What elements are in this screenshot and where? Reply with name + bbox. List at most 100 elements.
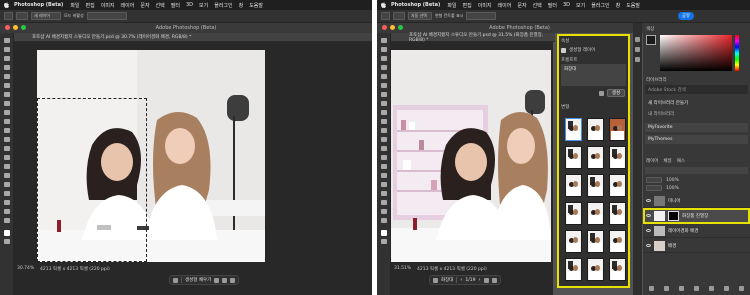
variation-thumbnail[interactable] — [609, 118, 626, 141]
color-tab[interactable]: 색상 — [646, 26, 654, 32]
close-window-button[interactable] — [5, 25, 10, 30]
move-tool-icon[interactable] — [393, 12, 405, 20]
hand-tool-icon[interactable] — [4, 209, 10, 214]
frame-tool-icon[interactable] — [4, 83, 10, 88]
variation-thumbnail[interactable] — [587, 146, 604, 169]
menu-layer[interactable]: 레이어 — [121, 2, 135, 9]
minimize-window-button[interactable] — [13, 25, 18, 30]
menu-3d[interactable]: 3D — [563, 2, 570, 8]
pen-tool-icon[interactable] — [4, 173, 10, 178]
path-select-tool-icon[interactable] — [4, 191, 10, 196]
invert-selection-icon[interactable] — [214, 277, 220, 283]
document-tab[interactable]: 포토샵 AI 배경지웠지 스튜디오 만들기.psd @ 31.5% (화장품 진… — [391, 33, 555, 43]
stamp-tool-icon[interactable] — [4, 119, 10, 124]
properties-tab[interactable]: 속성 — [561, 38, 569, 44]
zoom-window-button[interactable] — [398, 25, 403, 30]
tab-layers[interactable]: 레이어 — [646, 158, 658, 164]
hand-tool-icon[interactable] — [381, 209, 387, 214]
new-layer-icon[interactable] — [724, 286, 729, 291]
visibility-eye-icon[interactable] — [646, 229, 651, 232]
variation-thumbnail[interactable] — [609, 230, 626, 253]
opacity-value[interactable]: 100% — [666, 178, 679, 183]
history-panel-icon[interactable] — [635, 37, 640, 42]
shape-tool-icon[interactable] — [4, 200, 10, 205]
selection-marquee[interactable] — [37, 98, 147, 262]
blur-tool-icon[interactable] — [4, 155, 10, 160]
variation-thumbnail[interactable] — [587, 118, 604, 141]
previous-variation-icon[interactable]: ‹ — [460, 277, 462, 283]
layer-item[interactable]: 미니어 — [643, 194, 750, 208]
more-options-icon[interactable] — [222, 277, 228, 283]
type-tool-icon[interactable] — [381, 182, 387, 187]
adjustment-layer-icon[interactable] — [694, 286, 699, 291]
variation-thumbnail[interactable] — [565, 230, 582, 253]
healing-tool-icon[interactable] — [4, 101, 10, 106]
info-icon[interactable] — [599, 91, 604, 96]
menu-type[interactable]: 문자 — [140, 2, 149, 9]
menu-file[interactable]: 파일 — [447, 2, 456, 9]
link-layers-icon[interactable] — [649, 286, 654, 291]
new-group-icon[interactable] — [709, 286, 714, 291]
apple-icon[interactable] — [4, 2, 9, 8]
menu-help[interactable]: 도움말 — [249, 2, 263, 9]
menu-plugins[interactable]: 플러그인 — [214, 2, 232, 9]
stock-search-input[interactable]: Adobe Stock 검색 — [645, 85, 748, 94]
menu-file[interactable]: 파일 — [70, 2, 79, 9]
zoom-tool-icon[interactable] — [381, 218, 387, 223]
brush-tool-icon[interactable] — [381, 110, 387, 115]
frame-tool-icon[interactable] — [381, 83, 387, 88]
type-tool-icon[interactable] — [4, 182, 10, 187]
crop-tool-icon[interactable] — [381, 74, 387, 79]
variation-thumbnail[interactable] — [565, 202, 582, 225]
zoom-status[interactable]: 31.51% — [394, 266, 411, 271]
delete-layer-icon[interactable] — [739, 286, 744, 291]
prompt-field[interactable]: 화장대 — [441, 277, 453, 283]
gradient-tool-icon[interactable] — [381, 146, 387, 151]
menu-edit[interactable]: 편집 — [463, 2, 472, 9]
history-brush-tool-icon[interactable] — [381, 128, 387, 133]
quick-mask-icon[interactable] — [4, 239, 10, 244]
variation-thumbnail[interactable] — [609, 174, 626, 197]
transform-controls-label[interactable]: 변형 컨트롤 표시 — [435, 13, 463, 19]
color-field[interactable] — [660, 35, 732, 71]
eyedropper-tool-icon[interactable] — [381, 92, 387, 97]
generate-button[interactable]: 생성 — [607, 89, 625, 97]
menu-filter[interactable]: 필터 — [548, 2, 557, 9]
history-brush-tool-icon[interactable] — [4, 128, 10, 133]
lasso-tool-icon[interactable] — [4, 56, 10, 61]
menu-select[interactable]: 선택 — [156, 2, 165, 9]
stamp-tool-icon[interactable] — [381, 119, 387, 124]
quick-mask-icon[interactable] — [381, 239, 387, 244]
zoom-status[interactable]: 30.74% — [17, 266, 34, 271]
close-window-button[interactable] — [382, 25, 387, 30]
variation-thumbnail[interactable] — [587, 174, 604, 197]
pen-tool-icon[interactable] — [381, 173, 387, 178]
share-button[interactable]: 공유 — [678, 12, 694, 20]
variation-thumbnail[interactable] — [565, 258, 582, 281]
menu-edit[interactable]: 편집 — [86, 2, 95, 9]
layer-item[interactable]: 레이어경화 배경 — [643, 224, 750, 238]
document-tab[interactable]: 포토샵 AI 배경지웠지 스튜디오 만들기.psd @ 30.7% (레이어경화… — [14, 33, 372, 42]
blend-mode-select[interactable] — [646, 177, 662, 183]
prompt-textarea[interactable]: 화장대 — [561, 64, 626, 86]
variation-thumbnail[interactable] — [609, 146, 626, 169]
lock-buttons[interactable] — [646, 185, 662, 191]
layer-style-icon[interactable] — [664, 286, 669, 291]
layer-filter-bar[interactable] — [645, 167, 748, 174]
visibility-eye-icon[interactable] — [646, 244, 651, 247]
healing-tool-icon[interactable] — [381, 101, 387, 106]
menu-view[interactable]: 보기 — [576, 2, 585, 9]
thumbs-up-icon[interactable] — [483, 277, 489, 283]
variation-thumbnail[interactable] — [587, 230, 604, 253]
blur-tool-icon[interactable] — [381, 155, 387, 160]
path-select-tool-icon[interactable] — [381, 191, 387, 196]
eraser-tool-icon[interactable] — [381, 137, 387, 142]
align-buttons[interactable] — [466, 12, 497, 20]
dodge-tool-icon[interactable] — [381, 164, 387, 169]
tab-paths[interactable]: 패스 — [677, 158, 685, 164]
home-icon[interactable] — [381, 12, 390, 20]
apple-icon[interactable] — [381, 2, 386, 8]
menu-app-name[interactable]: Photoshop (Beta) — [391, 2, 440, 8]
foreground-color-swatch[interactable] — [381, 230, 387, 236]
tab-channels[interactable]: 채널 — [663, 158, 671, 164]
